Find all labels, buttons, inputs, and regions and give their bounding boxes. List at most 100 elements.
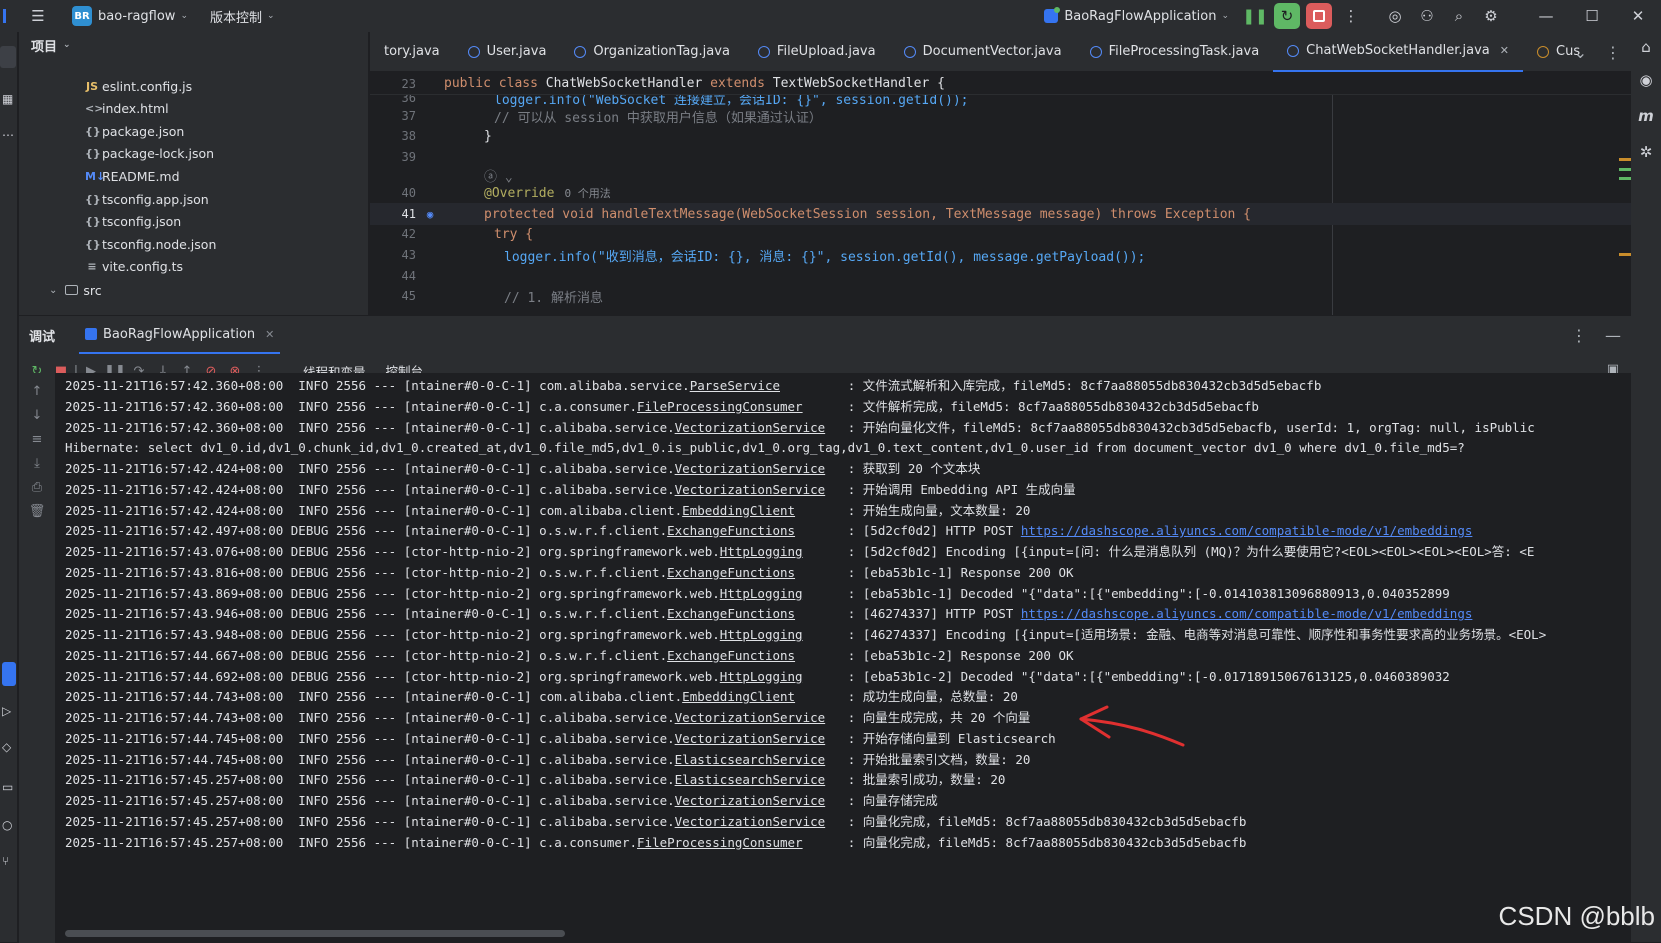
usage-hint[interactable]: 0 个用法 xyxy=(564,185,610,201)
project-panel-header[interactable]: 项目 ⌄ xyxy=(19,32,368,58)
services-tool-icon[interactable]: ◇ xyxy=(2,740,11,754)
log-class-link[interactable]: VectorizationService xyxy=(675,420,826,435)
log-class-link[interactable]: FileProcessingConsumer xyxy=(637,835,803,850)
log-class-link[interactable]: ParseService xyxy=(690,378,780,393)
editor-tab[interactable]: tory.java xyxy=(370,32,454,72)
tree-folder-src[interactable]: ⌄src xyxy=(49,278,102,302)
session-tab[interactable]: BaoRagFlowApplication ✕ xyxy=(79,316,280,354)
editor-tab[interactable]: FileProcessingTask.java xyxy=(1076,32,1274,72)
tree-item[interactable]: {}tsconfig.json xyxy=(85,210,181,234)
tab-label: FileUpload.java xyxy=(777,44,876,59)
log-level: INFO xyxy=(291,689,329,704)
notifications-icon[interactable]: ⌂ xyxy=(1631,32,1661,62)
more-tools-icon[interactable]: ⋯ xyxy=(2,128,14,142)
log-class-link[interactable]: HttpLogging xyxy=(720,627,803,642)
clear-all-icon[interactable]: 🗑 xyxy=(25,499,49,523)
minimize-icon[interactable]: — xyxy=(1523,0,1569,32)
horizontal-scrollbar[interactable] xyxy=(65,930,565,937)
main-menu-icon[interactable]: ☰ xyxy=(22,0,54,32)
tree-item[interactable]: {}package.json xyxy=(85,119,184,143)
console-output[interactable]: 2025-11-21T16:57:42.360+08:00 INFO 2556 … xyxy=(55,373,1631,943)
run-tool-icon[interactable]: ▷ xyxy=(2,704,11,718)
log-class-link[interactable]: VectorizationService xyxy=(675,793,826,808)
soft-wrap-icon[interactable]: ≡ xyxy=(25,427,49,451)
vcs-menu[interactable]: 版本控制 ⌄ xyxy=(210,7,275,26)
log-class-link[interactable]: ElasticsearchService xyxy=(675,772,826,787)
log-class-link[interactable]: ElasticsearchService xyxy=(675,752,826,767)
editor-tab[interactable]: OrganizationTag.java xyxy=(560,32,744,72)
chevron-down-icon[interactable]: ⌄ xyxy=(1574,43,1587,62)
add-user-icon[interactable]: ⚇ xyxy=(1411,0,1443,32)
editor-tab[interactable]: FileUpload.java xyxy=(744,32,890,72)
log-thread: [ntainer#0-0-C-1] xyxy=(404,420,532,435)
scroll-to-end-icon[interactable]: ⤓ xyxy=(25,451,49,475)
log-class-link[interactable]: HttpLogging xyxy=(720,544,803,559)
log-url-link[interactable]: https://dashscope.aliyuncs.com/compatibl… xyxy=(1021,606,1473,621)
log-class-link[interactable]: EmbeddingClient xyxy=(682,689,795,704)
tree-item[interactable]: ≡vite.config.ts xyxy=(85,255,183,279)
log-class-link[interactable]: VectorizationService xyxy=(675,482,826,497)
log-class-link[interactable]: VectorizationService xyxy=(675,814,826,829)
log-class-link[interactable]: HttpLogging xyxy=(720,586,803,601)
tree-item[interactable]: JSeslint.config.js xyxy=(85,74,192,98)
file-icon: JS xyxy=(85,80,99,93)
log-class-link[interactable]: FileProcessingConsumer xyxy=(637,399,803,414)
structure-tool-icon[interactable]: ▦ xyxy=(2,92,13,106)
log-class-link[interactable]: VectorizationService xyxy=(675,461,826,476)
log-class-link[interactable]: VectorizationService xyxy=(675,731,826,746)
log-class-link[interactable]: ExchangeFunctions xyxy=(667,523,795,538)
log-line: 2025-11-21T16:57:43.948+08:00 DEBUG 2556… xyxy=(65,624,1546,645)
override-gutter-icon[interactable]: ◉ xyxy=(416,208,444,221)
tab-label: FileProcessingTask.java xyxy=(1109,44,1260,59)
project-selector[interactable]: BR bao-ragflow ⌄ xyxy=(72,6,188,26)
log-url-link[interactable]: https://dashscope.aliyuncs.com/compatibl… xyxy=(1021,523,1473,538)
log-level: INFO xyxy=(291,378,329,393)
print-icon[interactable]: ⎙ xyxy=(25,475,49,499)
plugin-icon[interactable]: ✲ xyxy=(1631,134,1661,170)
code-area[interactable]: ⚠ 8 ⌃ ⌄ 23 public class ChatWebSocketHan… xyxy=(370,73,1631,315)
log-class-link[interactable]: HttpLogging xyxy=(720,669,803,684)
class-icon xyxy=(468,46,480,58)
editor-tab[interactable]: ChatWebSocketHandler.java✕ xyxy=(1273,32,1523,72)
more-icon[interactable]: ⋮ xyxy=(1605,43,1621,62)
log-pad xyxy=(825,461,840,476)
terminal-tool-icon[interactable]: ▭ xyxy=(2,780,13,794)
log-class-link[interactable]: ExchangeFunctions xyxy=(667,606,795,621)
suspend-icon[interactable]: ❚❚ xyxy=(1239,0,1271,32)
git-tool-icon[interactable]: ⑂ xyxy=(2,854,9,868)
ai-assistant-icon[interactable]: ◎ xyxy=(1379,0,1411,32)
close-icon[interactable]: ✕ xyxy=(1615,0,1661,32)
log-pid: 2556 xyxy=(336,710,366,725)
project-tool-icon[interactable] xyxy=(0,46,16,68)
settings-icon[interactable]: ⚙ xyxy=(1475,0,1507,32)
log-class-link[interactable]: EmbeddingClient xyxy=(682,503,795,518)
tree-item[interactable]: <>index.html xyxy=(85,97,169,121)
stop-icon[interactable] xyxy=(1306,3,1332,29)
more-icon[interactable]: ⋮ xyxy=(1571,326,1587,345)
editor-tab[interactable]: DocumentVector.java xyxy=(890,32,1076,72)
problems-tool-icon[interactable]: ○ xyxy=(2,818,12,832)
tree-item[interactable]: M↓README.md xyxy=(85,164,180,188)
log-class-link[interactable]: ExchangeFunctions xyxy=(667,648,795,663)
maximize-icon[interactable]: ☐ xyxy=(1569,0,1615,32)
editor-tab[interactable]: User.java xyxy=(454,32,561,72)
ai-chat-icon[interactable]: ◉ xyxy=(1631,62,1661,98)
minimize-icon[interactable]: — xyxy=(1605,326,1621,345)
maven-icon[interactable]: m xyxy=(1631,98,1661,134)
log-class-link[interactable]: VectorizationService xyxy=(675,710,826,725)
log-package: org.springframework.web. xyxy=(539,544,720,559)
run-config-selector[interactable]: BaoRagFlowApplication ⌄ xyxy=(1044,9,1229,24)
tree-item[interactable]: {}package-lock.json xyxy=(85,142,214,166)
tree-item[interactable]: {}tsconfig.app.json xyxy=(85,187,209,211)
scroll-down-icon[interactable]: ↓ xyxy=(25,403,49,427)
search-icon[interactable]: ⌕ xyxy=(1443,0,1475,32)
debug-icon[interactable]: ↻ xyxy=(1274,3,1300,29)
more-icon[interactable]: ⋮ xyxy=(1335,0,1367,32)
log-class-link[interactable]: ExchangeFunctions xyxy=(667,565,795,580)
log-timestamp: 2025-11-21T16:57:42.360+08:00 xyxy=(65,378,283,393)
close-icon[interactable]: ✕ xyxy=(1500,44,1509,57)
close-icon[interactable]: ✕ xyxy=(265,328,274,341)
scroll-up-icon[interactable]: ↑ xyxy=(25,379,49,403)
tree-item[interactable]: {}tsconfig.node.json xyxy=(85,232,216,256)
debug-tool-icon[interactable] xyxy=(2,662,16,686)
